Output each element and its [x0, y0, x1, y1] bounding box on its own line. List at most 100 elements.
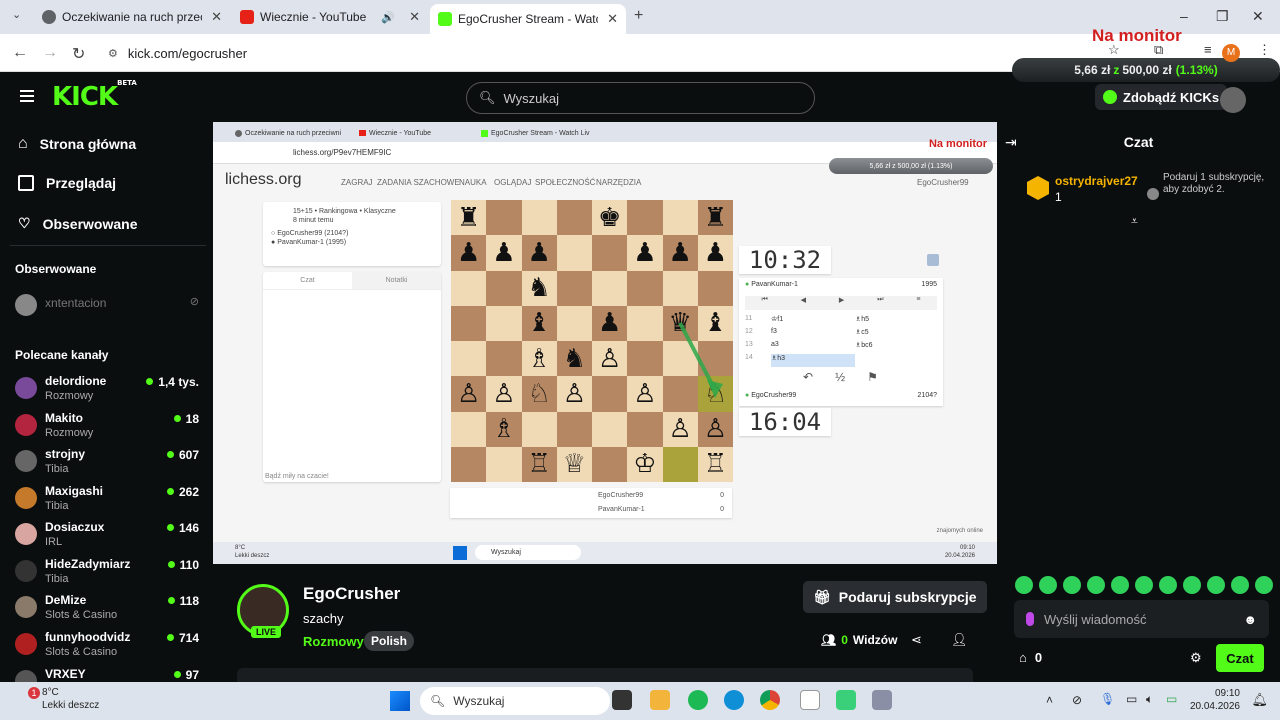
microphone-icon[interactable] — [1026, 612, 1034, 626]
chrome-icon[interactable] — [760, 690, 780, 710]
send-chat-button[interactable]: Czat — [1216, 644, 1264, 672]
viewers-number: 0 — [841, 633, 848, 647]
emote-icon[interactable] — [1039, 576, 1057, 594]
first-move-icon: ⏮ — [761, 296, 768, 303]
emote-icon[interactable] — [1015, 576, 1033, 594]
kicks-balance[interactable]: ⌂ 0 — [1019, 650, 1042, 665]
resign-flag-icon: ⚑ — [867, 370, 878, 384]
channel-item[interactable]: Maxigashi Tibia 262 — [15, 484, 205, 518]
inner-monitor-title: Na monitor — [928, 138, 987, 150]
streamer-name[interactable]: EgoCrusher — [303, 584, 400, 604]
top-player-row: ● PavanKumar-1 — [745, 281, 798, 288]
notepad-icon[interactable] — [800, 690, 820, 710]
app-icon[interactable] — [836, 690, 856, 710]
tab-list-chevron-icon[interactable]: ⌄ — [12, 8, 21, 21]
emote-icon[interactable] — [1063, 576, 1081, 594]
sidebar-item-browse[interactable]: Przeglądaj — [18, 175, 116, 191]
channel-item[interactable]: strojny Tibia 607 — [15, 447, 205, 481]
close-tab-icon[interactable]: ✕ — [607, 11, 618, 27]
emote-icon[interactable] — [1183, 576, 1201, 594]
channel-item[interactable]: Dosiaczux IRL 146 — [15, 520, 205, 554]
close-window-icon[interactable]: ✕ — [1252, 8, 1264, 25]
channel-item[interactable]: funnyhoodvidz Slots & Casino 714 — [15, 630, 205, 664]
close-tab-icon[interactable]: ✕ — [211, 9, 222, 25]
emoji-picker-icon[interactable]: ☻ — [1243, 612, 1257, 627]
game-type: 15+15 • Rankingowa • Klasyczne — [293, 208, 396, 215]
chat-message-input[interactable]: Wyślij wiadomość ☻ — [1014, 600, 1269, 638]
clock[interactable]: 09:10 20.04.2026 — [1190, 687, 1240, 713]
file-explorer-icon[interactable] — [650, 690, 670, 710]
followed-channel[interactable]: xntentacion ⊘ — [15, 291, 205, 325]
channel-item[interactable]: delordione Rozmowy 1,4 tys. — [15, 374, 205, 408]
network-icon[interactable]: ⊘ — [1072, 693, 1082, 707]
stream-video[interactable]: Oczekiwanie na ruch przeciwni Wiecznie -… — [213, 122, 997, 564]
tab-youtube[interactable]: Wiecznie - YouTube 🔊 ✕ — [232, 4, 428, 30]
task-view-icon[interactable] — [612, 690, 632, 710]
forward-icon[interactable]: → — [42, 44, 58, 62]
channel-item[interactable]: Makito Rozmowy 18 — [15, 411, 205, 445]
inner-tab: EgoCrusher Stream - Watch Liv — [481, 126, 590, 140]
site-info-icon[interactable]: ⚙ — [108, 47, 118, 60]
get-kicks-button[interactable]: Zdobądź KICKs — [1095, 84, 1228, 110]
emote-icon[interactable] — [1111, 576, 1129, 594]
channel-item[interactable]: HideZadymiarz Tibia 110 — [15, 557, 205, 591]
crosstable-white: EgoCrusher99 — [598, 492, 644, 499]
browser-profile-avatar[interactable]: M — [1222, 44, 1240, 62]
tab-kick[interactable]: EgoCrusher Stream - Watch Liv ✕ — [430, 4, 626, 34]
url-field[interactable]: ⚙ kick.com/egocrusher — [100, 40, 1000, 66]
windows-start-icon[interactable] — [390, 691, 410, 711]
notifications-icon[interactable]: 🔔︎ — [1251, 692, 1268, 708]
channel-category: IRL — [45, 536, 63, 548]
inner-weather: 8°C Lekki deszcz — [235, 544, 269, 560]
menu-icon[interactable] — [20, 90, 34, 102]
speaker-icon[interactable]: 🔊 — [381, 11, 395, 24]
emote-icon[interactable] — [1255, 576, 1273, 594]
emote-icon[interactable] — [1135, 576, 1153, 594]
media-control-icon[interactable]: ≡ — [1204, 42, 1212, 57]
channel-item[interactable]: VRXEY 97 — [15, 667, 205, 682]
spotify-icon[interactable] — [688, 690, 708, 710]
gift-subscription-button[interactable]: 🎁︎ Podaruj subskrypcje — [803, 581, 987, 613]
emote-icon[interactable] — [1087, 576, 1105, 594]
app-icon[interactable] — [872, 690, 892, 710]
chat-settings-icon[interactable]: ⚙ — [1190, 650, 1202, 666]
tray-chevron-icon[interactable]: ˄ — [1046, 693, 1053, 707]
browser-menu-icon[interactable]: ⋮ — [1258, 42, 1271, 58]
weather-temp: 8°C — [42, 687, 59, 698]
back-icon[interactable]: ← — [12, 44, 28, 62]
emote-icon[interactable] — [1231, 576, 1249, 594]
new-tab-icon[interactable]: + — [634, 7, 643, 25]
language-tag[interactable]: Polish — [364, 631, 415, 651]
search-input[interactable]: 🔍︎ Wyszukaj — [466, 82, 815, 114]
expand-pinned-icon[interactable]: ⩡ — [1131, 214, 1138, 229]
display-icon[interactable]: ▭ — [1126, 692, 1137, 706]
sidebar-item-following[interactable]: ♡ Obserwowane — [18, 215, 137, 232]
prev-move-icon: ◀ — [800, 297, 807, 304]
user-avatar[interactable] — [1220, 87, 1246, 113]
share-icon[interactable]: ⋖ — [911, 632, 922, 648]
weather-widget[interactable]: 1 8°C Lekki deszcz — [22, 686, 99, 712]
kick-logo[interactable]: KICKBETA — [52, 79, 137, 112]
pinned-username[interactable]: ostrydrajver27 — [1055, 174, 1138, 188]
edge-icon[interactable] — [724, 690, 744, 710]
battery-icon[interactable]: ▭ — [1166, 692, 1177, 706]
minimize-icon[interactable]: – — [1180, 8, 1188, 24]
white-player-row: ○ EgoCrusher99 (2104?) — [271, 230, 349, 237]
volume-icon[interactable]: 🔈︎ — [1146, 692, 1153, 707]
sidebar-item-home[interactable]: ⌂ Strona główna — [18, 135, 136, 153]
draw-offer-icon: ½ — [835, 370, 846, 384]
emote-icon[interactable] — [1159, 576, 1177, 594]
stream-category[interactable]: Rozmowy — [303, 634, 364, 649]
maximize-icon[interactable]: ❐ — [1216, 8, 1229, 25]
follow-user-icon[interactable]: 👤︎ — [951, 632, 968, 648]
taskbar-search[interactable]: 🔍︎ Wyszukaj — [420, 687, 610, 715]
add-time-icon — [927, 254, 939, 266]
reload-icon[interactable]: ↻ — [72, 44, 85, 64]
bookmark-star-icon[interactable]: ☆ — [1108, 42, 1120, 58]
extensions-icon[interactable]: ⧉ — [1154, 42, 1163, 58]
channel-item[interactable]: DeMize Slots & Casino 118 — [15, 593, 205, 627]
close-tab-icon[interactable]: ✕ — [409, 9, 420, 25]
tab-lichess[interactable]: Oczekiwanie na ruch przeciwni ✕ — [34, 4, 230, 30]
microphone-icon[interactable]: 🎙︎ — [1100, 692, 1115, 706]
emote-icon[interactable] — [1207, 576, 1225, 594]
